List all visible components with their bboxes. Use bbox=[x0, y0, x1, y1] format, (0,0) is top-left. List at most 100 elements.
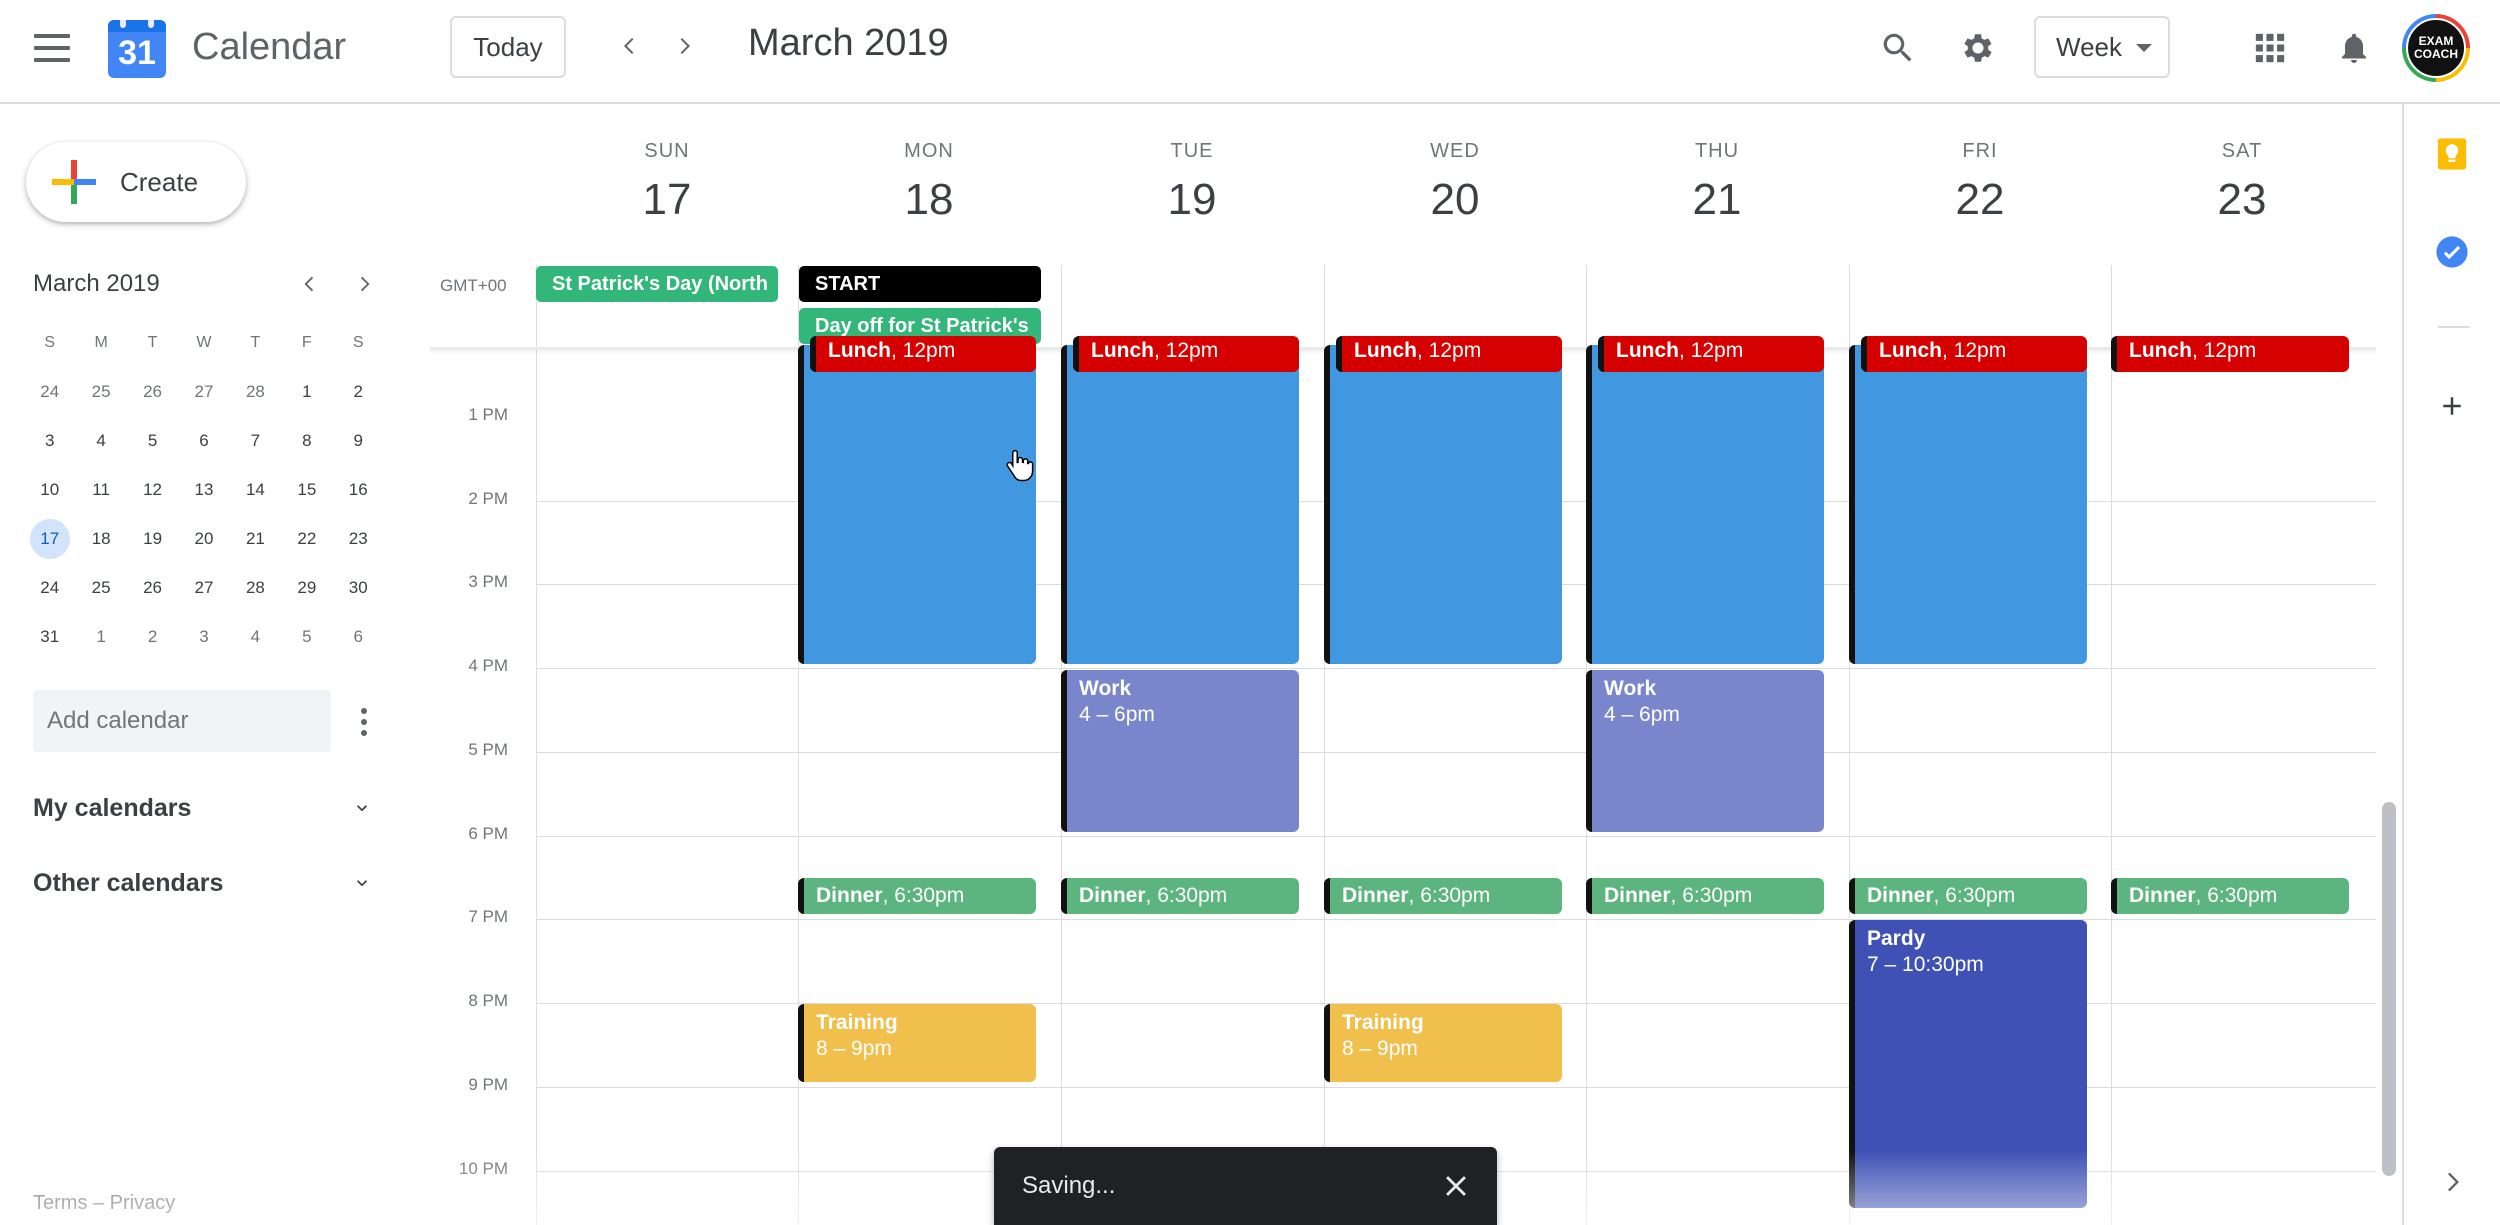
mini-calendar-day[interactable]: 19 bbox=[127, 519, 178, 559]
calendar-event-lunch[interactable]: Lunch, 12pm bbox=[2111, 336, 2349, 372]
mini-calendar-day[interactable]: 16 bbox=[333, 470, 384, 510]
keep-button[interactable] bbox=[2428, 130, 2476, 178]
mini-calendar-day[interactable]: 24 bbox=[24, 568, 75, 608]
mini-calendar-day[interactable]: 14 bbox=[230, 470, 281, 510]
calendar-event-lunch[interactable]: Lunch, 12pm bbox=[1861, 336, 2087, 372]
calendar-event-lunch[interactable]: Lunch, 12pm bbox=[1336, 336, 1562, 372]
day-number[interactable]: 22 bbox=[1849, 175, 2111, 225]
mini-calendar-day[interactable]: 20 bbox=[178, 519, 229, 559]
mini-calendar-day[interactable]: 31 bbox=[24, 617, 75, 657]
calendar-event[interactable] bbox=[1324, 345, 1562, 664]
add-calendar-input[interactable] bbox=[33, 690, 331, 752]
calendar-event-dinner[interactable]: Dinner, 6:30pm bbox=[1849, 878, 2087, 914]
day-number[interactable]: 21 bbox=[1586, 175, 1848, 225]
mini-calendar-day[interactable]: 5 bbox=[281, 617, 332, 657]
mini-calendar-day[interactable]: 28 bbox=[230, 568, 281, 608]
mini-calendar-day[interactable]: 5 bbox=[127, 421, 178, 461]
day-number[interactable]: 17 bbox=[536, 175, 798, 225]
mini-calendar-day[interactable]: 6 bbox=[333, 617, 384, 657]
calendar-event-lunch[interactable]: Lunch, 12pm bbox=[810, 336, 1036, 372]
day-number[interactable]: 19 bbox=[1061, 175, 1323, 225]
expand-panel-button[interactable] bbox=[2428, 1158, 2476, 1206]
main-menu-icon[interactable] bbox=[34, 34, 70, 62]
calendar-event[interactable] bbox=[1061, 345, 1299, 664]
calendar-event-dinner[interactable]: Dinner, 6:30pm bbox=[1324, 878, 1562, 914]
create-event-button[interactable]: Create bbox=[26, 142, 246, 222]
mini-calendar-day[interactable]: 6 bbox=[178, 421, 229, 461]
mini-calendar-day[interactable]: 2 bbox=[333, 372, 384, 412]
mini-calendar-day[interactable]: 30 bbox=[333, 568, 384, 608]
add-addon-button[interactable] bbox=[2428, 382, 2476, 430]
mini-calendar-day[interactable]: 4 bbox=[230, 617, 281, 657]
mini-calendar-day[interactable]: 24 bbox=[24, 372, 75, 412]
my-calendars-toggle[interactable]: My calendars bbox=[33, 794, 191, 823]
day-number[interactable]: 20 bbox=[1324, 175, 1586, 225]
mini-calendar-day[interactable]: 3 bbox=[24, 421, 75, 461]
calendar-event-lunch[interactable]: Lunch, 12pm bbox=[1073, 336, 1299, 372]
day-header-fri[interactable]: FRI 22 bbox=[1849, 140, 2111, 225]
close-icon[interactable] bbox=[1439, 1169, 1473, 1203]
mini-calendar-day[interactable]: 10 bbox=[24, 470, 75, 510]
mini-calendar-day[interactable]: 11 bbox=[75, 470, 126, 510]
mini-calendar-day[interactable]: 15 bbox=[281, 470, 332, 510]
all-day-event[interactable]: START bbox=[799, 266, 1041, 302]
mini-calendar-day[interactable]: 8 bbox=[281, 421, 332, 461]
day-header-mon[interactable]: MON 18 bbox=[798, 140, 1060, 225]
terms-privacy-links[interactable]: Terms – Privacy bbox=[33, 1192, 175, 1215]
mini-calendar-day[interactable]: 25 bbox=[75, 372, 126, 412]
mini-calendar-day[interactable]: 2 bbox=[127, 617, 178, 657]
calendar-event-dinner[interactable]: Dinner, 6:30pm bbox=[1061, 878, 1299, 914]
app-title[interactable]: Calendar bbox=[192, 26, 346, 69]
tasks-button[interactable] bbox=[2428, 228, 2476, 276]
calendar-event-work[interactable]: Work 4 – 6pm bbox=[1586, 670, 1824, 832]
day-number[interactable]: 23 bbox=[2111, 175, 2373, 225]
day-header-sun[interactable]: SUN 17 bbox=[536, 140, 798, 225]
search-button[interactable] bbox=[1870, 20, 1926, 76]
today-button[interactable]: Today bbox=[450, 16, 566, 78]
mini-calendar-day[interactable]: 21 bbox=[230, 519, 281, 559]
account-avatar[interactable]: EXAM COACH bbox=[2402, 14, 2470, 82]
mini-calendar-next-month-button[interactable] bbox=[346, 266, 382, 302]
view-switcher-dropdown[interactable]: Week bbox=[2034, 16, 2170, 78]
day-number[interactable]: 18 bbox=[798, 175, 1060, 225]
previous-week-button[interactable] bbox=[610, 26, 650, 66]
day-header-thu[interactable]: THU 21 bbox=[1586, 140, 1848, 225]
mini-calendar-prev-month-button[interactable] bbox=[292, 266, 328, 302]
mini-calendar-day[interactable]: 27 bbox=[178, 568, 229, 608]
notifications-button[interactable] bbox=[2326, 20, 2382, 76]
calendar-event[interactable] bbox=[1586, 345, 1824, 664]
google-apps-button[interactable] bbox=[2242, 20, 2298, 76]
mini-calendar-day[interactable]: 26 bbox=[127, 568, 178, 608]
calendar-logo-icon[interactable]: 31 bbox=[108, 20, 166, 78]
calendar-event[interactable] bbox=[798, 345, 1036, 664]
mini-calendar-day[interactable]: 26 bbox=[127, 372, 178, 412]
calendar-event-pardy[interactable]: Pardy 7 – 10:30pm bbox=[1849, 920, 2087, 1208]
calendar-event-dinner[interactable]: Dinner, 6:30pm bbox=[798, 878, 1036, 914]
all-day-event[interactable]: St Patrick's Day (North bbox=[536, 266, 778, 302]
mini-calendar-day[interactable]: 7 bbox=[230, 421, 281, 461]
calendar-event-dinner[interactable]: Dinner, 6:30pm bbox=[1586, 878, 1824, 914]
mini-calendar-day[interactable]: 29 bbox=[281, 568, 332, 608]
mini-calendar-day[interactable]: 25 bbox=[75, 568, 126, 608]
mini-calendar-day[interactable]: 23 bbox=[333, 519, 384, 559]
grid-scrollbar[interactable] bbox=[2382, 802, 2396, 1176]
mini-calendar-day[interactable]: 3 bbox=[178, 617, 229, 657]
calendar-event-training[interactable]: Training 8 – 9pm bbox=[1324, 1004, 1562, 1082]
mini-calendar-day[interactable]: 27 bbox=[178, 372, 229, 412]
settings-button[interactable] bbox=[1950, 20, 2006, 76]
day-header-sat[interactable]: SAT 23 bbox=[2111, 140, 2373, 225]
mini-calendar-day[interactable]: 1 bbox=[75, 617, 126, 657]
mini-calendar-day[interactable]: 18 bbox=[75, 519, 126, 559]
mini-calendar-today[interactable]: 17 bbox=[29, 518, 70, 559]
mini-calendar-day[interactable]: 22 bbox=[281, 519, 332, 559]
mini-calendar-day[interactable]: 4 bbox=[75, 421, 126, 461]
calendar-event-training[interactable]: Training 8 – 9pm bbox=[798, 1004, 1036, 1082]
calendar-event-lunch[interactable]: Lunch, 12pm bbox=[1598, 336, 1824, 372]
calendar-event-dinner[interactable]: Dinner, 6:30pm bbox=[2111, 878, 2349, 914]
day-header-tue[interactable]: TUE 19 bbox=[1061, 140, 1323, 225]
more-options-icon[interactable] bbox=[354, 702, 374, 742]
mini-calendar-day[interactable]: 13 bbox=[178, 470, 229, 510]
mini-calendar-day[interactable]: 1 bbox=[281, 372, 332, 412]
calendar-event[interactable] bbox=[1849, 345, 2087, 664]
day-header-wed[interactable]: WED 20 bbox=[1324, 140, 1586, 225]
